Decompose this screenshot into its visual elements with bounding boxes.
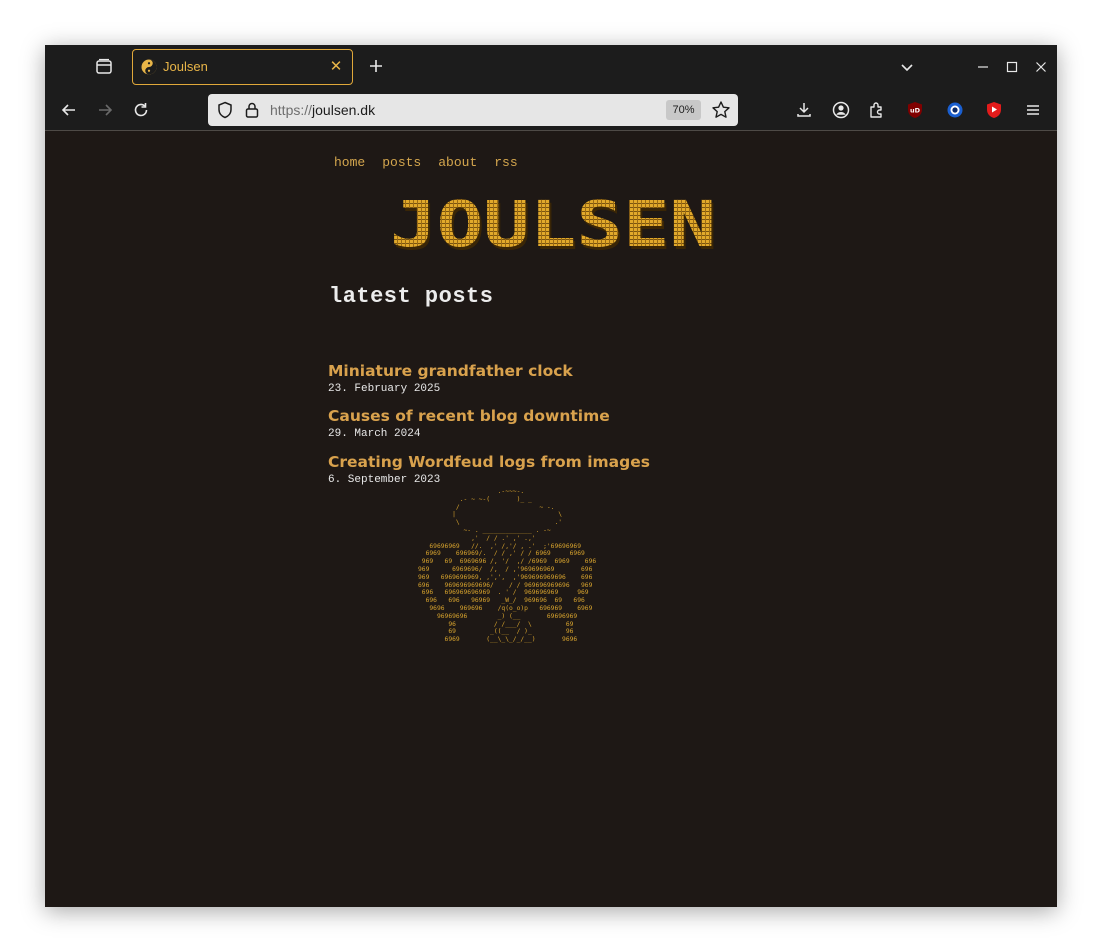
post-date: 29. March 2024 [328,428,421,440]
address-bar[interactable]: https://joulsen.dk 70% [208,94,738,126]
forward-arrow-icon[interactable] [94,99,116,121]
back-arrow-icon[interactable] [58,99,80,121]
post-title-link[interactable]: Miniature grandfather clock [328,362,573,380]
tab-close-icon[interactable]: ✕ [328,57,344,75]
yin-yang-icon [141,59,157,75]
ublock-origin-icon[interactable]: uD [904,99,926,121]
list-item: Miniature grandfather clock 23. February… [328,362,573,395]
shield-icon[interactable] [216,101,234,124]
nav-link-rss[interactable]: rss [494,155,517,170]
nav-link-posts[interactable]: posts [382,155,421,170]
post-title-link[interactable]: Causes of recent blog downtime [328,407,610,425]
ascii-art-wizard: .-~~~-. .- ~ ~-( )_ _ / ~ -. | \ \ .' ~-… [418,488,597,644]
youtube-shield-icon[interactable] [983,99,1005,121]
site-logo: JOULSEN JOULSEN [390,188,720,264]
tab-strip: Joulsen ✕ [45,45,1057,89]
lock-icon[interactable] [244,101,260,124]
post-date: 6. September 2023 [328,474,441,486]
nav-bar: https://joulsen.dk 70% uD [45,89,1057,131]
post-date: 23. February 2025 [328,383,441,395]
page-content: home posts about rss JOULSEN JOULSEN latest… [45,132,1057,907]
url-text[interactable]: https://joulsen.dk [270,102,375,118]
maximize-icon[interactable] [1002,57,1022,77]
nav-link-about[interactable]: about [438,155,477,170]
list-item: Creating Wordfeud logs from images 6. Se… [328,453,650,486]
svg-text:uD: uD [910,107,921,115]
bookmark-star-icon[interactable] [711,100,731,125]
page-heading: latest posts [329,284,494,309]
tab-overview-icon[interactable] [93,56,115,78]
browser-window: Joulsen ✕ https://joulsen.dk 70% uD home… [45,45,1057,907]
menu-hamburger-icon[interactable] [1022,99,1044,121]
zoom-level-badge[interactable]: 70% [666,100,701,120]
privacy-badger-icon[interactable] [944,99,966,121]
post-title-link[interactable]: Creating Wordfeud logs from images [328,453,650,471]
list-item: Causes of recent blog downtime 29. March… [328,407,610,440]
nav-link-home[interactable]: home [334,155,365,170]
account-icon[interactable] [830,99,852,121]
minimize-icon[interactable] [973,57,993,77]
logo-pixel-art: JOULSEN JOULSEN [390,188,718,264]
tab-joulsen[interactable]: Joulsen ✕ [132,49,353,85]
new-tab-icon[interactable] [365,55,387,77]
logo-letters: JOULSEN JOULSEN [390,188,718,264]
site-nav: home posts about rss [334,155,535,170]
reload-icon[interactable] [130,99,152,121]
download-icon[interactable] [793,99,815,121]
close-window-icon[interactable] [1031,57,1051,77]
chevron-down-icon[interactable] [897,57,917,77]
tab-title: Joulsen [163,59,208,74]
extensions-puzzle-icon[interactable] [866,99,888,121]
logo-text: JOULSEN [390,192,716,256]
